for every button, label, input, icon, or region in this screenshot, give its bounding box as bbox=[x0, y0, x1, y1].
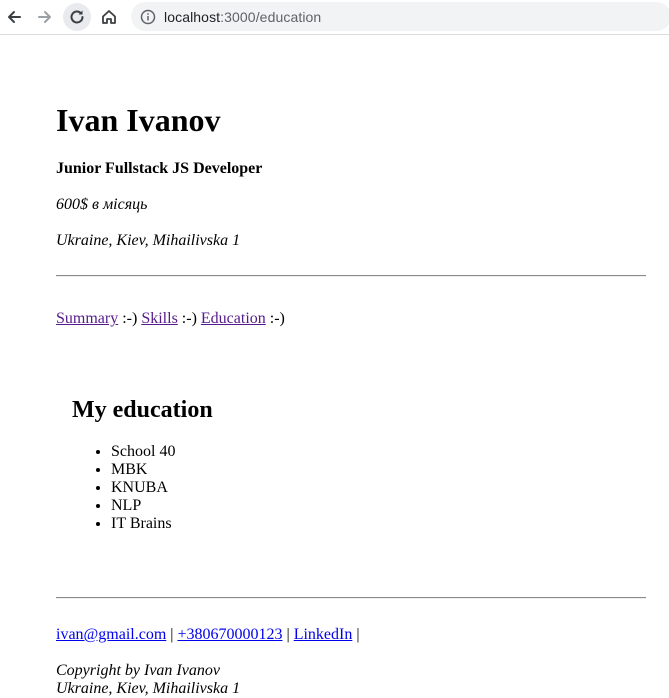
section-nav: Summary :-) Skills :-) Education :-) bbox=[56, 309, 289, 329]
nav-separator: :-) bbox=[118, 310, 142, 327]
url-path: :3000/education bbox=[220, 8, 322, 25]
home-button[interactable] bbox=[95, 3, 123, 31]
phone-link[interactable]: +380670000123 bbox=[177, 626, 282, 643]
education-list: School 40 MBK KNUBA NLP IT Brains bbox=[72, 443, 175, 533]
back-button[interactable] bbox=[0, 3, 28, 31]
forward-arrow-icon bbox=[38, 11, 51, 23]
education-heading: My education bbox=[72, 397, 213, 423]
linkedin-link[interactable]: LinkedIn bbox=[294, 626, 353, 643]
list-item: School 40 bbox=[111, 443, 175, 461]
back-arrow-icon bbox=[8, 11, 21, 23]
nav-separator: :-) bbox=[265, 310, 289, 327]
forward-button[interactable] bbox=[31, 3, 59, 31]
header-divider bbox=[56, 275, 646, 277]
person-name: Ivan Ivanov bbox=[56, 102, 221, 138]
url-text[interactable]: localhost:3000/education bbox=[164, 9, 321, 25]
contact-separator: | bbox=[166, 626, 178, 643]
copyright-text: Copyright by Ivan Ivanov bbox=[56, 662, 220, 679]
home-icon bbox=[102, 10, 116, 24]
address-bar[interactable]: localhost:3000/education bbox=[131, 2, 669, 31]
nav-link-education[interactable]: Education bbox=[201, 310, 266, 327]
reload-button[interactable] bbox=[63, 3, 91, 31]
email-link[interactable]: ivan@gmail.com bbox=[56, 626, 166, 643]
reload-icon bbox=[70, 10, 84, 24]
browser-toolbar: localhost:3000/education bbox=[0, 0, 669, 35]
contact-links: ivan@gmail.com | +380670000123 | LinkedI… bbox=[56, 625, 364, 645]
list-item: MBK bbox=[111, 461, 175, 479]
list-item: IT Brains bbox=[111, 515, 175, 533]
contact-separator: | bbox=[282, 626, 294, 643]
job-title: Junior Fullstack JS Developer bbox=[56, 160, 263, 177]
footer-copyright: Copyright by Ivan Ivanov Ukraine, Kiev, … bbox=[56, 662, 240, 698]
info-icon[interactable] bbox=[140, 9, 156, 25]
address-text: Ukraine, Kiev, Mihailivska 1 bbox=[56, 232, 241, 249]
list-item: NLP bbox=[111, 497, 175, 515]
footer-divider bbox=[56, 597, 646, 599]
nav-link-summary[interactable]: Summary bbox=[56, 310, 118, 327]
salary-text: 600$ в місяць bbox=[56, 196, 148, 213]
list-item: KNUBA bbox=[111, 479, 175, 497]
contact-separator: | bbox=[352, 626, 364, 643]
url-host: localhost bbox=[164, 8, 221, 25]
nav-link-skills[interactable]: Skills bbox=[141, 310, 177, 327]
nav-separator: :-) bbox=[177, 310, 201, 327]
